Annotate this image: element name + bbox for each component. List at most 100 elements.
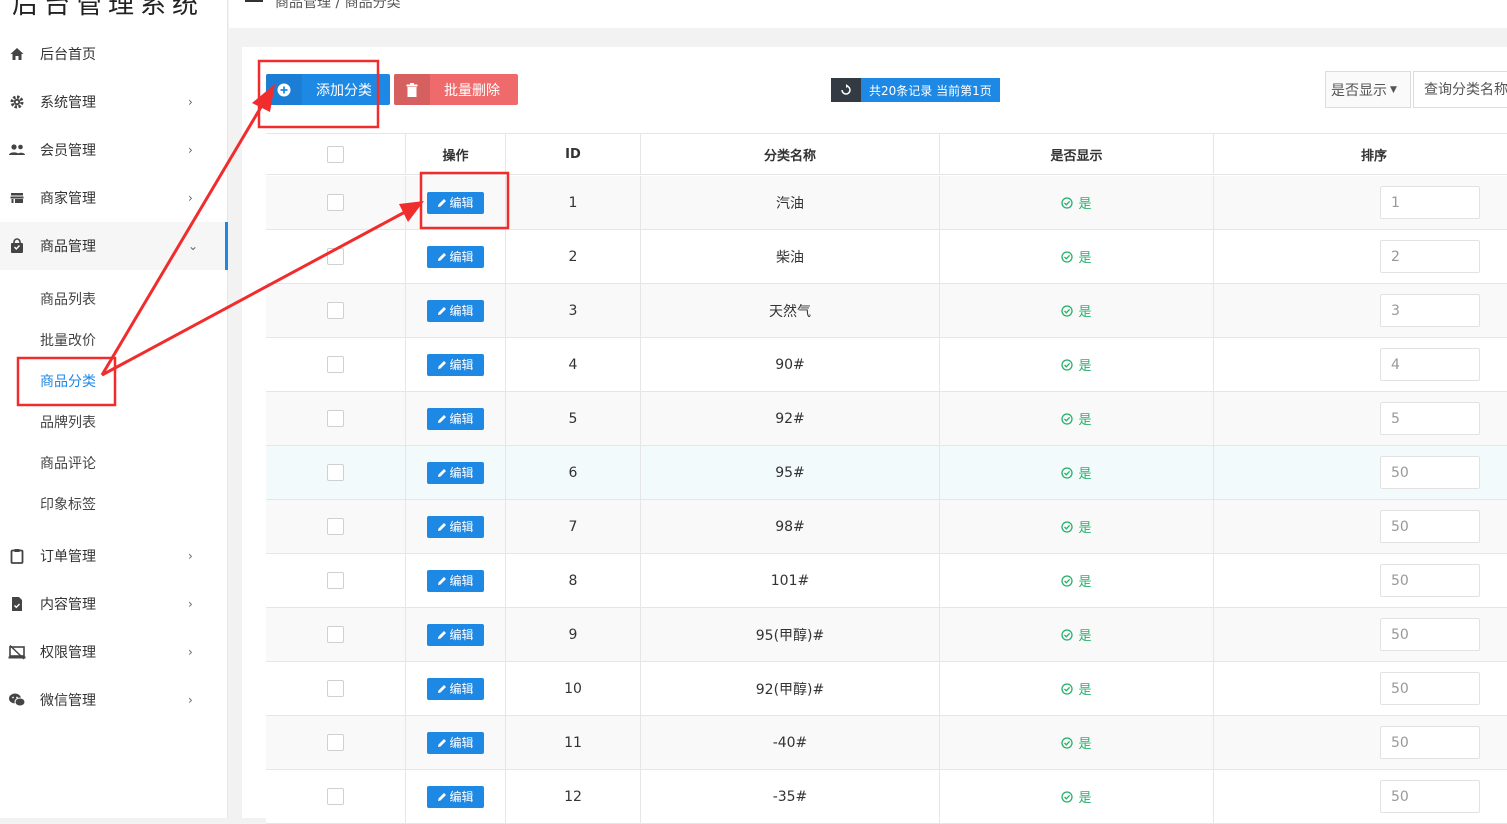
edit-button[interactable]: 编辑: [427, 407, 484, 430]
add-category-button[interactable]: 添加分类: [266, 74, 390, 105]
row-checkbox[interactable]: [327, 248, 344, 265]
chevron-right-icon: ›: [188, 645, 193, 659]
sort-input[interactable]: [1380, 456, 1480, 489]
sort-input[interactable]: [1380, 186, 1480, 219]
edit-button[interactable]: 编辑: [427, 245, 484, 268]
show-status[interactable]: 是: [1061, 463, 1092, 482]
edit-button[interactable]: 编辑: [427, 515, 484, 538]
sidebar-item-orders[interactable]: 订单管理 ›: [0, 532, 228, 580]
row-checkbox[interactable]: [327, 734, 344, 751]
sort-input[interactable]: [1380, 672, 1480, 705]
chevron-right-icon: ›: [188, 597, 193, 611]
check-circle-icon: [1061, 682, 1074, 695]
show-status[interactable]: 是: [1061, 409, 1092, 428]
row-checkbox[interactable]: [327, 410, 344, 427]
submenu-item-impression-tags[interactable]: 印象标签: [40, 494, 96, 514]
edit-button[interactable]: 编辑: [427, 569, 484, 592]
show-status[interactable]: 是: [1061, 679, 1092, 698]
row-checkbox[interactable]: [327, 194, 344, 211]
select-cell: [266, 716, 405, 769]
sidebar-item-content[interactable]: 内容管理 ›: [0, 580, 228, 628]
sidebar-item-products[interactable]: 商品管理 ⌄: [0, 222, 228, 270]
trash-icon: [394, 74, 430, 105]
row-checkbox[interactable]: [327, 680, 344, 697]
row-checkbox[interactable]: [327, 356, 344, 373]
edit-label: 编辑: [449, 736, 474, 750]
edit-button[interactable]: 编辑: [427, 299, 484, 322]
action-cell: 编辑: [405, 716, 505, 769]
id-cell: 9: [505, 608, 640, 661]
show-status[interactable]: 是: [1061, 733, 1092, 752]
category-search-input[interactable]: [1413, 71, 1507, 108]
submenu-item-product-comments[interactable]: 商品评论: [40, 453, 96, 473]
chevron-right-icon: ›: [188, 693, 193, 707]
sidebar-item-members[interactable]: 会员管理 ›: [0, 126, 228, 174]
row-checkbox[interactable]: [327, 302, 344, 319]
show-status[interactable]: 是: [1061, 625, 1092, 644]
edit-button[interactable]: 编辑: [427, 623, 484, 646]
sort-input[interactable]: [1380, 780, 1480, 813]
submenu-item-product-category[interactable]: 商品分类: [40, 371, 96, 391]
row-checkbox[interactable]: [327, 572, 344, 589]
action-cell: 编辑: [405, 446, 505, 499]
hamburger-menu-icon[interactable]: [245, 0, 263, 4]
show-label: 是: [1078, 359, 1092, 374]
show-status[interactable]: 是: [1061, 787, 1092, 806]
header-sort-cell[interactable]: 排序: [1213, 134, 1507, 174]
show-cell: 是: [939, 716, 1213, 769]
row-checkbox[interactable]: [327, 626, 344, 643]
sort-cell: [1213, 446, 1507, 499]
app-title: 后台管理系统: [12, 0, 205, 20]
show-label: 是: [1078, 251, 1092, 266]
sidebar-item-merchants[interactable]: 商家管理 ›: [0, 174, 228, 222]
show-status[interactable]: 是: [1061, 571, 1092, 590]
edit-button[interactable]: 编辑: [427, 353, 484, 376]
action-cell: 编辑: [405, 608, 505, 661]
row-checkbox[interactable]: [327, 518, 344, 535]
sidebar-item-wechat[interactable]: 微信管理 ›: [0, 676, 228, 724]
show-status[interactable]: 是: [1061, 355, 1092, 374]
sidebar-item-permissions[interactable]: 权限管理 ›: [0, 628, 228, 676]
edit-button[interactable]: 编辑: [427, 461, 484, 484]
batch-delete-button[interactable]: 批量删除: [394, 74, 518, 105]
show-status[interactable]: 是: [1061, 247, 1092, 266]
show-cell: 是: [939, 284, 1213, 337]
sort-input[interactable]: [1380, 618, 1480, 651]
edit-button[interactable]: 编辑: [427, 785, 484, 808]
submenu-item-batch-price[interactable]: 批量改价: [40, 330, 96, 350]
row-checkbox[interactable]: [327, 464, 344, 481]
edit-button[interactable]: 编辑: [427, 731, 484, 754]
sort-input[interactable]: [1380, 510, 1480, 543]
pencil-icon: [438, 684, 447, 693]
sort-input[interactable]: [1380, 402, 1480, 435]
header-id[interactable]: ID: [505, 134, 640, 174]
caret-down-icon: ▼: [1390, 84, 1397, 95]
edit-button[interactable]: 编辑: [427, 677, 484, 700]
sidebar-item-system[interactable]: 系统管理 ›: [0, 78, 228, 126]
select-all-checkbox[interactable]: [327, 145, 344, 163]
sort-input[interactable]: [1380, 726, 1480, 759]
show-label: 是: [1078, 197, 1092, 212]
pencil-icon: [438, 792, 447, 801]
sort-input[interactable]: [1380, 348, 1480, 381]
submenu-item-product-list[interactable]: 商品列表: [40, 289, 96, 309]
table-row: 编辑 11 -40# 是: [266, 716, 1507, 770]
submenu-item-brand-list[interactable]: 品牌列表: [40, 412, 96, 432]
show-filter-value: 是否显示: [1331, 82, 1387, 99]
show-status[interactable]: 是: [1061, 193, 1092, 212]
sort-input[interactable]: [1380, 564, 1480, 597]
sort-cell: [1213, 338, 1507, 391]
select-cell: [266, 554, 405, 607]
sort-input[interactable]: [1380, 294, 1480, 327]
show-cell: 是: [939, 500, 1213, 553]
show-status[interactable]: 是: [1061, 301, 1092, 320]
row-checkbox[interactable]: [327, 788, 344, 805]
sort-input[interactable]: [1380, 240, 1480, 273]
name-cell: 95#: [640, 446, 939, 499]
users-icon: [8, 141, 26, 159]
edit-button[interactable]: 编辑: [427, 191, 484, 214]
show-filter-select[interactable]: 是否显示 ▼: [1325, 71, 1411, 108]
show-status[interactable]: 是: [1061, 517, 1092, 536]
refresh-icon[interactable]: [831, 78, 861, 102]
sidebar-item-home[interactable]: 后台首页: [0, 30, 228, 78]
